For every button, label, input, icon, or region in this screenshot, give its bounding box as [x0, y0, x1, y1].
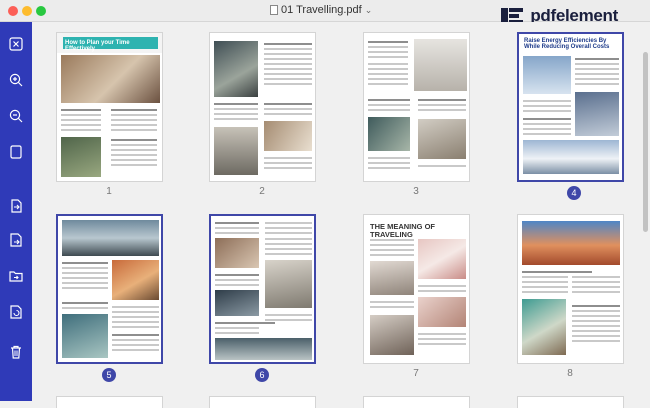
- document-title-text: 01 Travelling.pdf: [281, 4, 362, 16]
- scrollbar-thumb[interactable]: [643, 52, 648, 232]
- insert-pages-icon[interactable]: [8, 232, 24, 248]
- zoom-out-icon[interactable]: [8, 108, 24, 124]
- page-number: 8: [567, 368, 573, 379]
- page-number: 1: [106, 186, 112, 197]
- page-tools-sidebar: [0, 22, 32, 401]
- document-title[interactable]: 01 Travelling.pdf ⌄: [270, 4, 372, 16]
- page-thumbnail-7[interactable]: THE MEANING OF TRAVELING: [363, 214, 470, 364]
- page-thumbnail-next[interactable]: [56, 396, 163, 408]
- page-number: 3: [413, 186, 419, 197]
- page-thumbnail-next[interactable]: [209, 396, 316, 408]
- zoom-in-icon[interactable]: [8, 72, 24, 88]
- page-thumbnail-4[interactable]: Raise Energy Efficiencies By While Reduc…: [517, 32, 624, 182]
- delete-pages-icon[interactable]: [8, 344, 24, 360]
- chevron-down-icon[interactable]: ⌄: [365, 5, 373, 16]
- page-thumbnail-next[interactable]: [517, 396, 624, 408]
- page-number-selected: 5: [102, 368, 116, 382]
- page-heading: Raise Energy Efficiencies By While Reduc…: [524, 38, 610, 50]
- page-thumbnail-5[interactable]: [56, 214, 163, 364]
- fit-page-icon[interactable]: [8, 144, 24, 160]
- extract-pages-icon[interactable]: [8, 198, 24, 214]
- page-thumbnail-6[interactable]: [209, 214, 316, 364]
- page-thumbnails-grid: How to Plan your Time Effectively 1 2 3 …: [32, 22, 650, 408]
- close-window-button[interactable]: [8, 6, 18, 16]
- page-thumbnail-next[interactable]: [363, 396, 470, 408]
- page-number: 7: [413, 368, 419, 379]
- page-heading: How to Plan your Time Effectively: [63, 37, 158, 52]
- page-thumbnail-3[interactable]: [363, 32, 470, 182]
- pdf-file-icon: [270, 5, 278, 15]
- page-thumbnail-2[interactable]: [209, 32, 316, 182]
- title-bar: 01 Travelling.pdf ⌄ pdfelement: [0, 0, 650, 25]
- page-thumbnail-8[interactable]: [517, 214, 624, 364]
- minimize-window-button[interactable]: [22, 6, 32, 16]
- page-number-selected: 4: [567, 186, 581, 200]
- page-heading: THE MEANING OF TRAVELING: [370, 222, 435, 239]
- replace-pages-icon[interactable]: [8, 268, 24, 284]
- zoom-window-button[interactable]: [36, 6, 46, 16]
- rotate-pages-icon[interactable]: [8, 304, 24, 320]
- close-icon[interactable]: [8, 36, 24, 52]
- page-number-selected: 6: [255, 368, 269, 382]
- page-number: 2: [259, 186, 265, 197]
- page-thumbnail-1[interactable]: How to Plan your Time Effectively: [56, 32, 163, 182]
- vertical-scrollbar[interactable]: [642, 22, 650, 401]
